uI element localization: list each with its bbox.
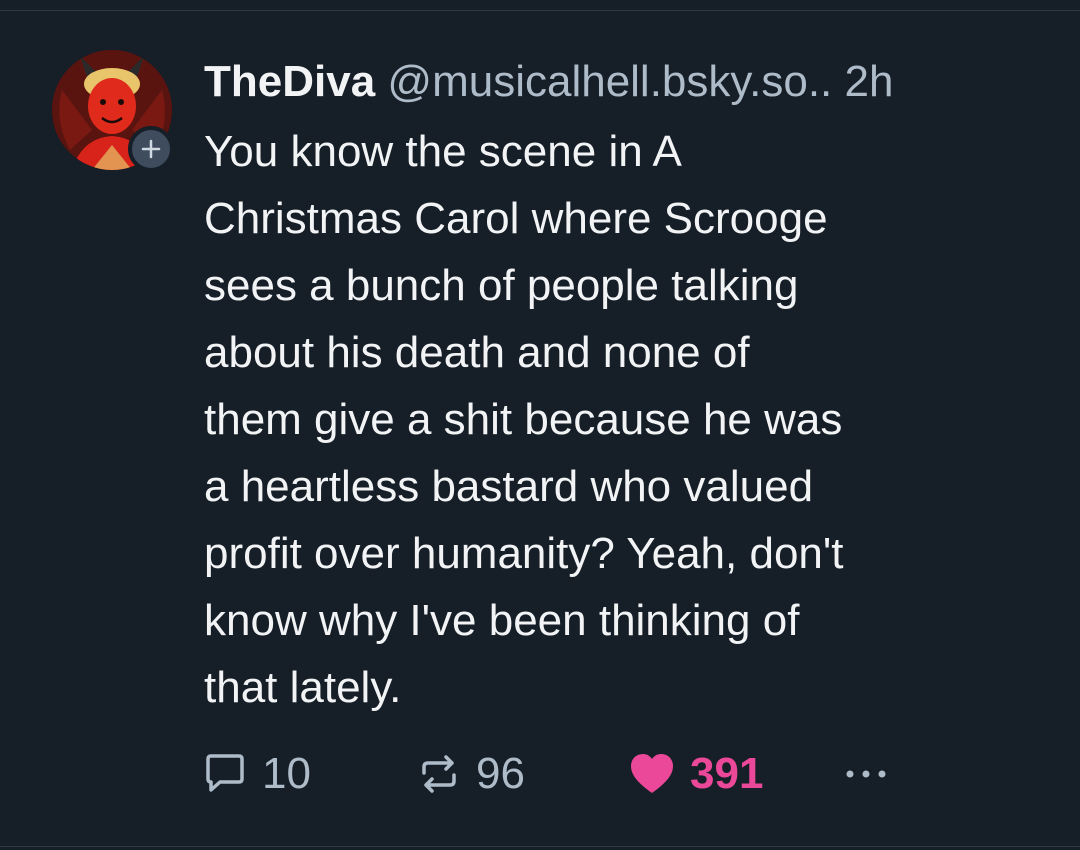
like-button[interactable]: 391 [628, 746, 763, 802]
plus-icon [141, 139, 161, 159]
more-options-button[interactable] [842, 746, 890, 802]
post-text: You know the scene in A Christmas Carol … [204, 127, 844, 712]
post-header: TheDiva @musicalhell.bsky.so.. 2h [204, 56, 1054, 108]
author-handle[interactable]: @musicalhell.bsky.so.. [387, 57, 832, 106]
author-avatar-container [52, 50, 174, 172]
top-divider [0, 0, 1080, 11]
like-count: 391 [690, 749, 764, 798]
heart-icon [628, 751, 676, 797]
reply-icon [202, 751, 248, 797]
repost-button[interactable]: 96 [416, 746, 525, 802]
follow-button[interactable] [128, 126, 174, 172]
bottom-divider [0, 846, 1080, 847]
reply-count: 10 [262, 749, 311, 798]
more-icon [842, 764, 890, 784]
post-timestamp[interactable]: 2h [845, 57, 894, 106]
repost-icon [416, 751, 462, 797]
reply-button[interactable]: 10 [202, 746, 311, 802]
repost-count: 96 [476, 749, 525, 798]
author-display-name[interactable]: TheDiva [204, 57, 375, 106]
post-actions: 10 96 391 [202, 746, 922, 802]
